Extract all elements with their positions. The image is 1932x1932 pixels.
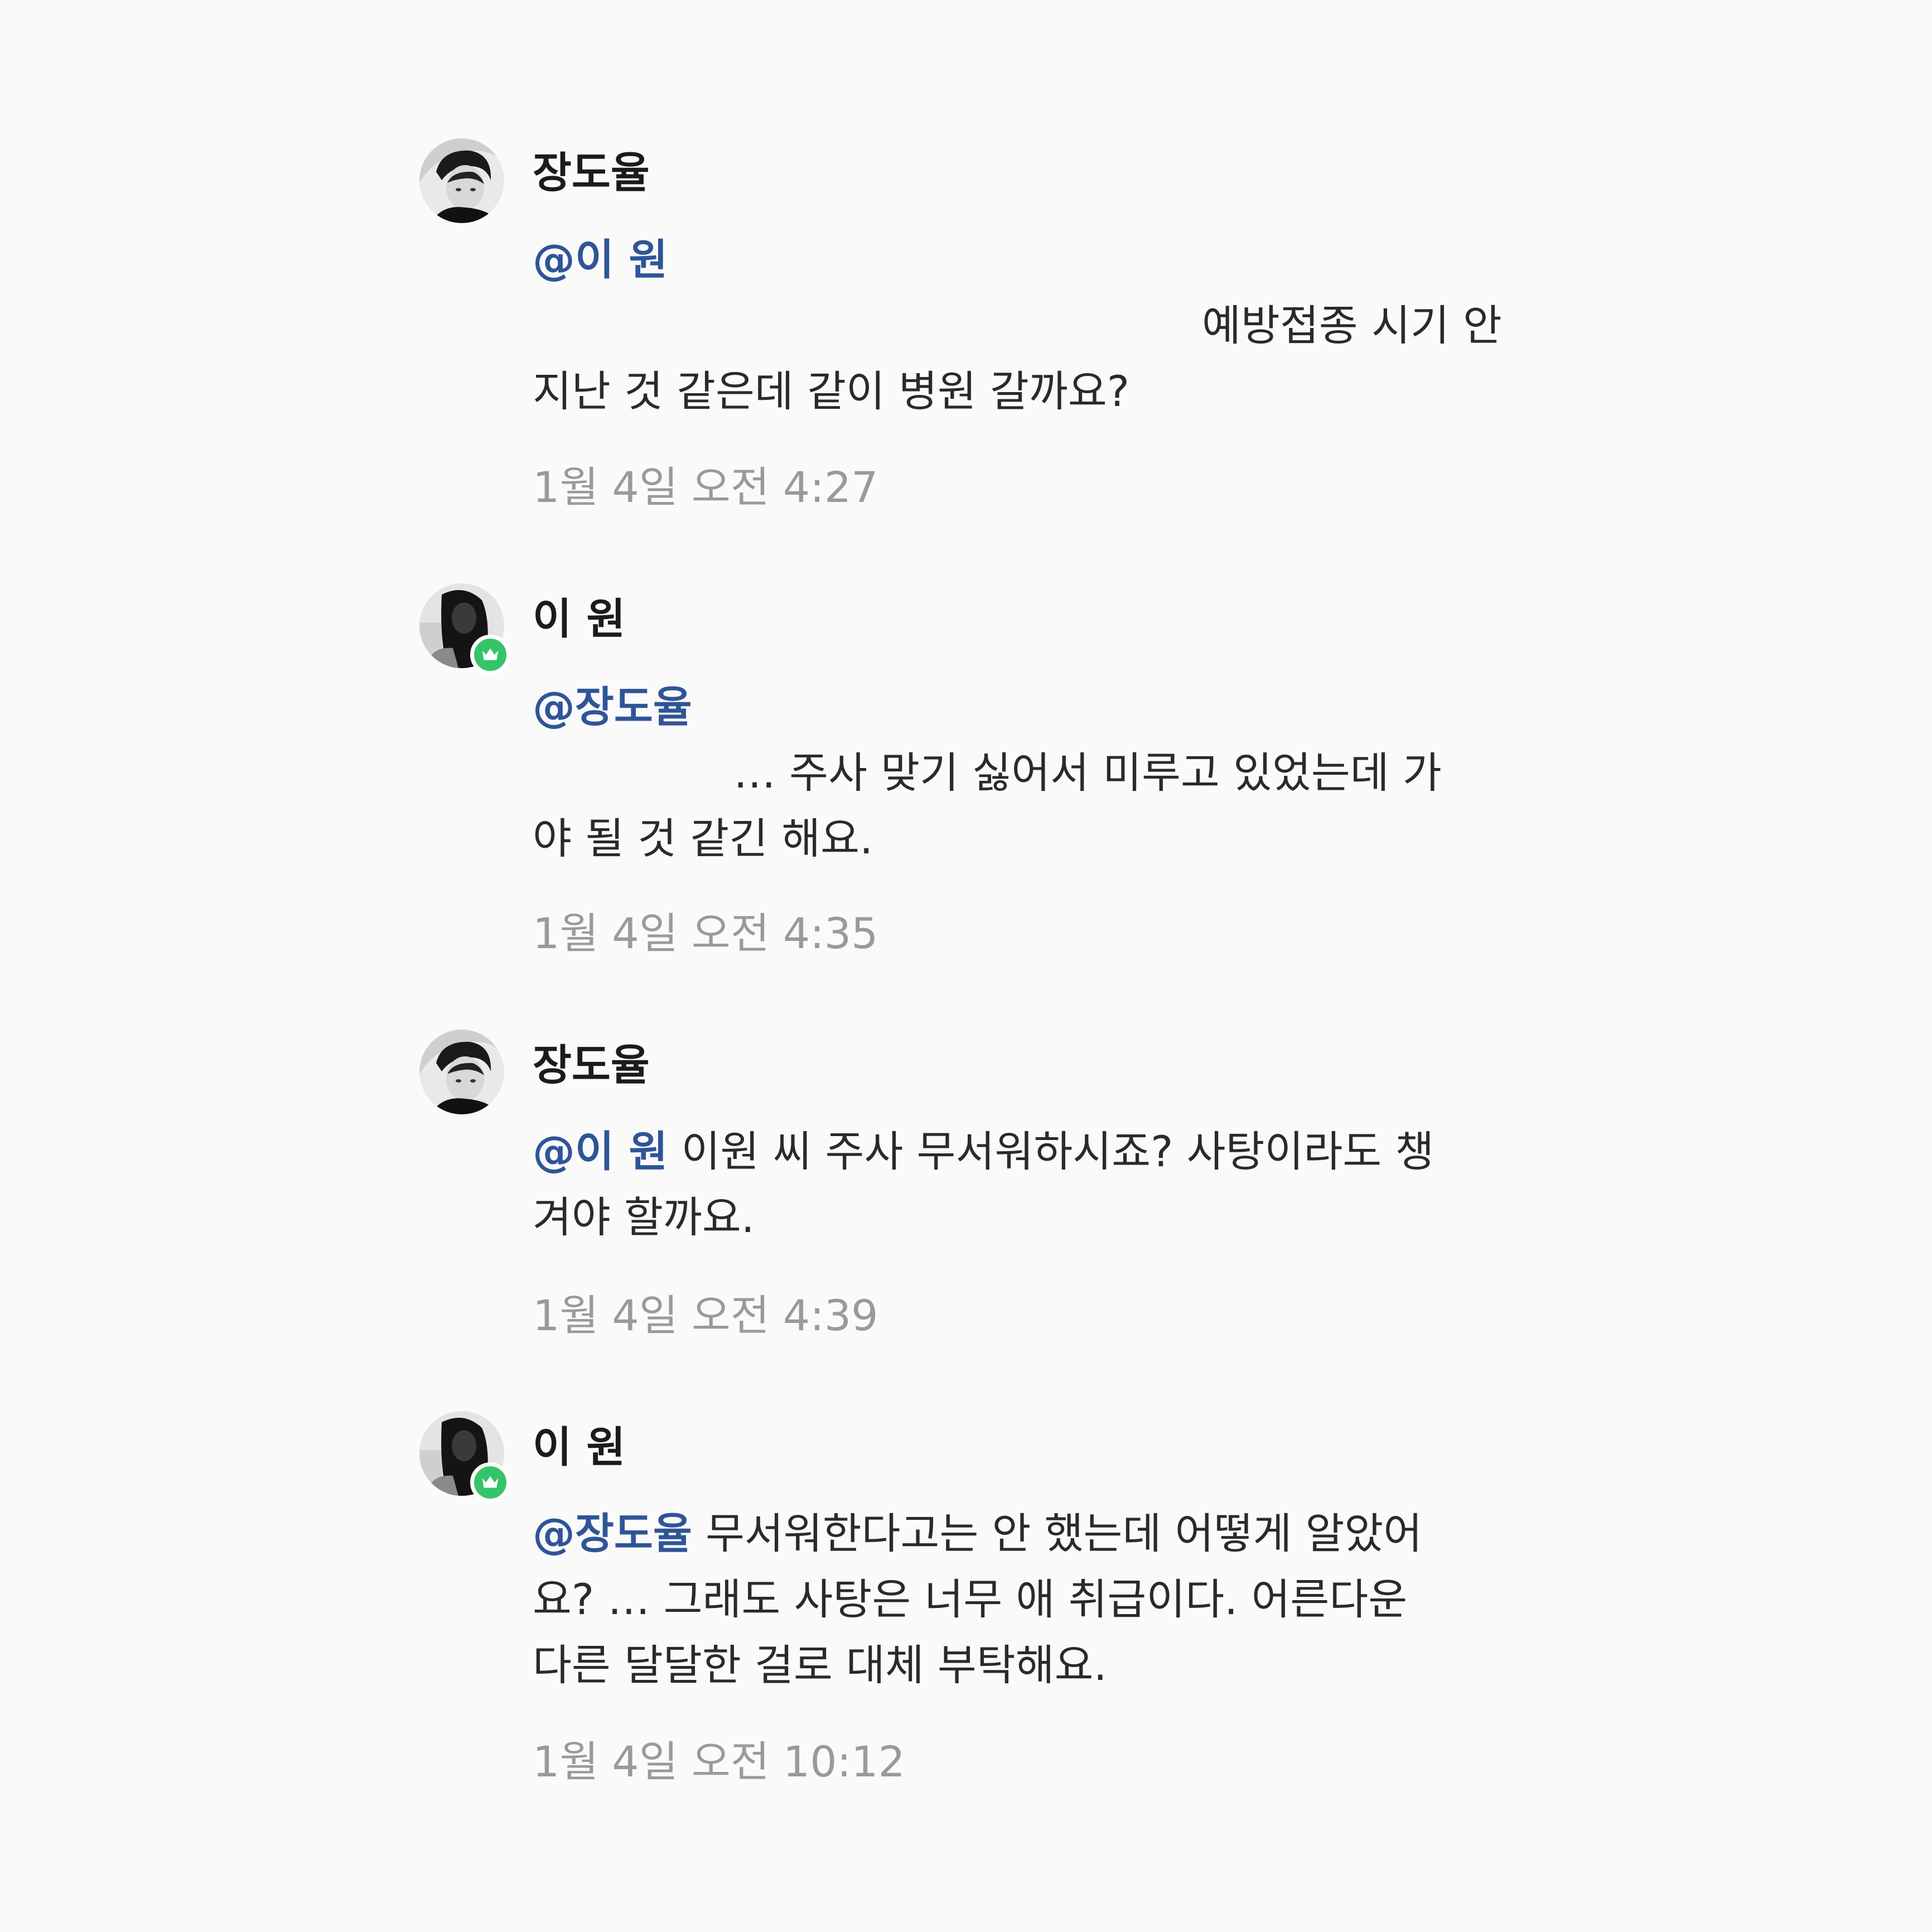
avatar[interactable] <box>419 583 510 675</box>
timestamp: 1월 4일 오전 10:12 <box>533 1737 905 1786</box>
timestamp: 1월 4일 오전 4:39 <box>533 1291 878 1340</box>
profile-photo-man <box>419 1030 504 1114</box>
avatar[interactable] <box>419 1030 504 1114</box>
crown-icon <box>482 1476 499 1488</box>
sender-name: 장도율 <box>533 1040 650 1090</box>
sender-name: 이 원 <box>533 1422 626 1472</box>
timestamp: 1월 4일 오전 4:35 <box>533 909 878 958</box>
timestamp: 1월 4일 오전 4:27 <box>533 462 878 512</box>
message-text: @이 원 예방접종 시기 안 지난 것 같은데 같이 병원 갈까요? <box>533 227 1537 424</box>
message-line: 겨야 할까요. <box>533 1192 755 1242</box>
message-line: @장도율 무서워한다고는 안 했는데 어떻게 알았어 <box>533 1501 1537 1567</box>
crown-badge <box>470 635 510 675</box>
crown-icon <box>482 648 499 660</box>
sender-name: 장도율 <box>533 148 650 197</box>
mention-link[interactable]: @장도율 <box>533 682 692 732</box>
mention-link[interactable]: @장도율 <box>533 1509 692 1558</box>
message-text: @이 원 이원 씨 주사 무서워하시죠? 사탕이라도 챙 겨야 할까요. <box>533 1119 1537 1250</box>
message-line: 다른 달달한 걸로 대체 부탁해요. <box>533 1640 1107 1690</box>
message-text: @장도율 … 주사 맞기 싫어서 미루고 있었는데 가 야 될 것 같긴 해요. <box>533 674 1537 872</box>
message-line: 요? … 그래도 사탕은 너무 애 취급이다. 어른다운 <box>533 1574 1408 1624</box>
message-line: 지난 것 같은데 같이 병원 갈까요? <box>533 366 1130 416</box>
message-line: … 주사 맞기 싫어서 미루고 있었는데 가 <box>733 748 1442 798</box>
message-line: 야 될 것 같긴 해요. <box>533 814 873 863</box>
mention-link[interactable]: @이 원 <box>533 1127 668 1176</box>
avatar[interactable] <box>419 1411 510 1503</box>
mention-link[interactable]: @이 원 <box>533 235 668 284</box>
sender-name: 이 원 <box>533 594 626 644</box>
message-line: @장도율 <box>533 674 1537 740</box>
message-line: 예방접종 시기 안 <box>1202 301 1502 350</box>
message-line-text: 이원 씨 주사 무서워하시죠? 사탕이라도 챙 <box>681 1127 1434 1176</box>
message-line: @이 원 이원 씨 주사 무서워하시죠? 사탕이라도 챙 <box>533 1119 1537 1185</box>
crown-badge <box>470 1462 510 1503</box>
message-line: @이 원 <box>533 227 1537 293</box>
message-line-text: 무서워한다고는 안 했는데 어떻게 알았어 <box>705 1509 1423 1558</box>
avatar[interactable] <box>419 138 504 223</box>
profile-photo-man <box>419 138 504 223</box>
message-text: @장도율 무서워한다고는 안 했는데 어떻게 알았어 요? … 그래도 사탕은 … <box>533 1501 1537 1698</box>
